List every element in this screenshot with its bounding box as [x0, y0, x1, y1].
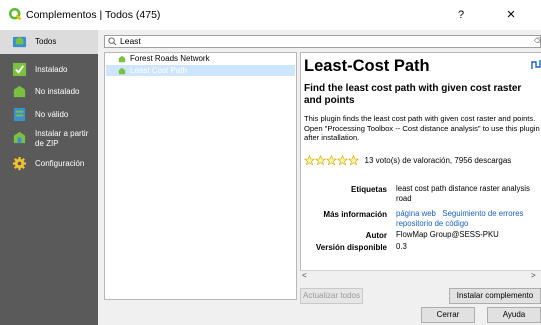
star-icon — [304, 155, 315, 166]
search-icon — [108, 37, 117, 46]
plugin-list-item[interactable]: Forest Roads Network — [106, 53, 295, 64]
sidebar-item-configuracion[interactable]: Configuración — [0, 155, 98, 173]
star-icon — [348, 155, 359, 166]
sidebar-item-label: No válido — [35, 110, 69, 119]
plugin-details-pane: Least-Cost Path Find the least cost path… — [300, 52, 541, 282]
star-icon — [326, 155, 337, 166]
plugin-list[interactable]: Forest Roads Network Least Cost Path — [104, 52, 297, 300]
bug-tracker-link[interactable]: Seguimiento de errores — [442, 209, 523, 218]
gear-icon — [12, 156, 27, 171]
sidebar-item-instalado[interactable]: Instalado — [0, 61, 98, 79]
rating: 13 voto(s) de valoración, 7956 descargas — [304, 155, 511, 166]
homepage-link[interactable]: página web — [396, 209, 436, 218]
details-horizontal-scrollbar[interactable]: < > — [300, 270, 541, 282]
invalid-plugins-icon — [13, 107, 26, 122]
window-title: Complementos | Todos (475) — [26, 9, 161, 21]
clear-search-icon[interactable]: ⌫ — [534, 37, 541, 45]
plugin-path-icon — [531, 60, 541, 69]
scroll-right-arrow-icon[interactable]: > — [531, 271, 536, 280]
plugin-icon — [118, 55, 126, 63]
all-plugins-icon — [12, 36, 27, 48]
more-info-label: Más información — [323, 210, 387, 219]
tags-label: Etiquetas — [350, 185, 387, 194]
help-title-button[interactable]: ? — [452, 6, 470, 24]
sidebar-item-no-valido[interactable]: No válido — [0, 106, 98, 124]
version-label: Versión disponible — [315, 243, 387, 252]
not-installed-plugins-icon — [13, 85, 26, 98]
sidebar-item-label: Todos — [35, 37, 57, 46]
plugin-subtitle: Find the least cost path with given cost… — [304, 83, 522, 106]
install-zip-icon — [13, 131, 26, 144]
sidebar: Todos Instalado No instalado No válido I… — [0, 30, 98, 325]
star-icon — [337, 155, 348, 166]
sidebar-item-label: Instalar a partir de ZIP — [35, 129, 89, 148]
sidebar-item-no-instalado[interactable]: No instalado — [0, 83, 98, 101]
votes-text: 13 voto(s) de valoración, 7956 descargas — [364, 156, 512, 166]
sidebar-item-label: Instalado — [35, 65, 68, 74]
help-button[interactable]: Ayuda — [487, 307, 541, 323]
author-value: FlowMap Group@SESS-PKU — [396, 230, 499, 239]
star-icon — [315, 155, 326, 166]
plugin-name: Forest Roads Network — [130, 54, 210, 63]
code-repository-link[interactable]: repositorio de código — [396, 219, 468, 228]
tags-value: least cost path distance raster analysis… — [396, 184, 530, 203]
title-bar: Complementos | Todos (475) ? × — [0, 0, 541, 30]
search-value: Least — [120, 36, 141, 46]
plugin-description: This plugin finds the least cost path wi… — [304, 114, 540, 142]
install-plugin-button[interactable]: Instalar complemento — [449, 288, 541, 304]
scroll-left-arrow-icon[interactable]: < — [302, 271, 307, 280]
plugin-title: Least-Cost Path — [304, 57, 430, 75]
sidebar-item-label: Configuración — [35, 159, 85, 168]
installed-plugins-icon — [12, 62, 27, 77]
qgis-logo-icon — [9, 8, 22, 21]
update-all-button[interactable]: Actualizar todos — [300, 288, 363, 304]
search-input[interactable]: Least ⌫ — [104, 35, 541, 48]
version-value: 0.3 — [396, 242, 407, 251]
sidebar-item-instalar-zip[interactable]: Instalar a partir de ZIP — [0, 127, 98, 151]
close-window-button[interactable]: × — [500, 5, 522, 25]
plugin-icon — [118, 67, 126, 75]
more-info-links: página web Seguimiento de errores reposi… — [396, 209, 540, 228]
author-label: Autor — [365, 231, 387, 240]
close-button[interactable]: Cerrar — [421, 307, 475, 323]
sidebar-item-todos[interactable]: Todos — [0, 30, 98, 54]
sidebar-item-label: No instalado — [35, 87, 80, 96]
plugin-list-item-selected[interactable]: Least Cost Path — [106, 65, 295, 76]
plugin-name: Least Cost Path — [130, 66, 187, 75]
